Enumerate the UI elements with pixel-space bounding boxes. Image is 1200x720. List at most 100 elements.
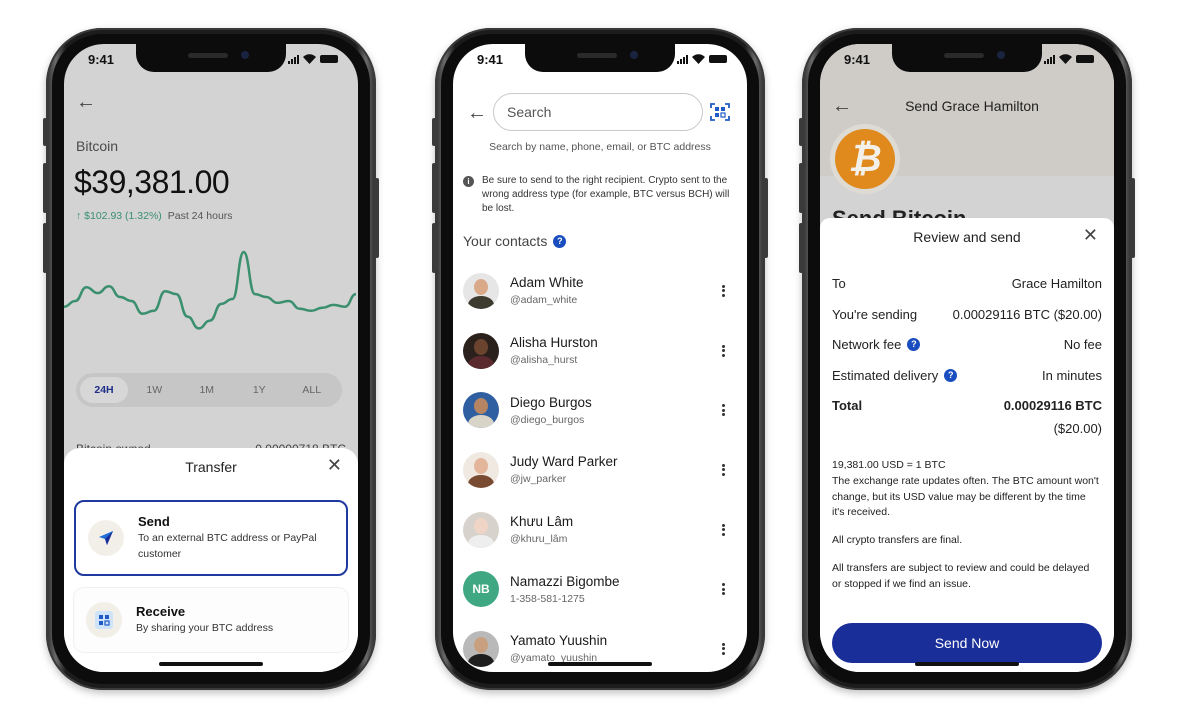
send-option-title: Send — [138, 514, 170, 530]
review-row: Estimated delivery? In minutes — [832, 368, 1102, 399]
power-button — [1131, 178, 1135, 258]
more-options-icon[interactable] — [717, 641, 729, 657]
avatar — [463, 392, 499, 429]
review-row-value: In minutes — [1042, 367, 1102, 383]
back-arrow-icon[interactable]: ← — [76, 92, 96, 112]
bitcoin-logo: ₿ — [830, 124, 900, 194]
asset-name: Bitcoin — [76, 138, 119, 154]
exchange-rate: 19,381.00 USD = 1 BTC — [832, 459, 946, 471]
phone-bitcoin-detail: 9:41 ← Bitcoin $39,381.00 ↑ $102.93 (1.3… — [43, 28, 379, 690]
send-now-button[interactable]: Send Now — [832, 623, 1102, 663]
notch — [525, 44, 675, 72]
price-change: ↑ $102.93 (1.32%) Past 24 hours — [76, 210, 233, 222]
contact-handle: @khưu_lâm — [510, 533, 568, 546]
range-option-1y[interactable]: 1Y — [233, 377, 286, 403]
signal-icon — [1044, 55, 1055, 64]
status-time: 9:41 — [844, 52, 871, 67]
contact-handle: @alisha_hurst — [510, 354, 578, 367]
contact-item[interactable]: Adam White @adam_white — [453, 261, 747, 321]
power-button — [764, 178, 768, 258]
time-range-selector: 24H 1W 1M 1Y ALL — [76, 373, 342, 407]
more-options-icon[interactable] — [717, 581, 729, 597]
wifi-icon — [1059, 54, 1072, 64]
screen: 9:41 ← Search Search by name, phone, ema… — [453, 44, 747, 672]
range-option-24h[interactable]: 24H — [80, 377, 128, 403]
sheet-title: Transfer — [185, 459, 237, 475]
help-icon[interactable]: ? — [944, 368, 958, 382]
signal-icon — [288, 55, 299, 64]
phone-review-send: 9:41 ← Send Grace Hamilton ₿ Send Bitcoi… — [799, 28, 1135, 690]
receive-option[interactable]: Receive By sharing your BTC address — [74, 588, 348, 652]
status-icons — [1044, 54, 1094, 64]
help-icon[interactable]: ? — [907, 338, 921, 351]
contact-handle: @adam_white — [510, 294, 578, 307]
contact-handle: 1-358-581-1275 — [510, 592, 585, 605]
contact-item[interactable]: NB Namazzi Bigombe 1-358-581-1275 — [453, 559, 747, 619]
volume-down-button — [799, 223, 803, 273]
review-row-label: Network fee — [832, 337, 902, 352]
volume-up-button — [43, 163, 47, 213]
avatar — [463, 451, 499, 488]
total-btc: 0.00029116 BTC — [1003, 398, 1102, 413]
contact-item[interactable]: Khưu Lâm @khưu_lâm — [453, 500, 747, 560]
more-options-icon[interactable] — [717, 402, 729, 418]
range-option-all[interactable]: ALL — [286, 377, 339, 403]
more-options-icon[interactable] — [717, 522, 729, 538]
more-options-icon[interactable] — [717, 283, 729, 299]
volume-down-button — [43, 223, 47, 273]
battery-icon — [320, 55, 338, 63]
help-icon[interactable]: ? — [553, 234, 567, 248]
contact-list: Adam White @adam_white Alisha Hurston @alis… — [453, 261, 747, 672]
contact-item[interactable]: Diego Burgos @diego_burgos — [453, 380, 747, 440]
bitcoin-icon: ₿ — [835, 129, 895, 189]
contact-handle: @diego_burgos — [510, 413, 585, 426]
power-button — [375, 178, 379, 258]
notch — [892, 44, 1042, 72]
volume-down-button — [432, 223, 436, 273]
contact-item[interactable]: Alisha Hurston @alisha_hurst — [453, 321, 747, 381]
screen: 9:41 ← Send Grace Hamilton ₿ Send Bitcoi… — [820, 44, 1114, 672]
home-indicator — [548, 662, 652, 666]
avatar — [463, 272, 499, 309]
contact-item[interactable]: Judy Ward Parker @jw_parker — [453, 440, 747, 500]
price-chart — [64, 250, 356, 330]
send-option-subtitle: To an external BTC address or PayPal cus… — [138, 532, 317, 560]
more-options-icon[interactable] — [717, 462, 729, 478]
status-time: 9:41 — [88, 52, 115, 67]
home-indicator — [159, 662, 263, 666]
home-indicator — [915, 662, 1019, 666]
review-row-label: You're sending — [832, 306, 918, 322]
range-option-1m[interactable]: 1M — [181, 377, 234, 403]
avatar-initials: NB — [463, 571, 499, 608]
close-icon[interactable]: ✕ — [327, 456, 342, 474]
avatar — [463, 511, 499, 548]
back-arrow-icon[interactable]: ← — [467, 103, 487, 123]
contacts-heading-text: Your contacts — [463, 233, 548, 249]
range-option-1w[interactable]: 1W — [128, 377, 181, 403]
receive-option-title: Receive — [136, 603, 186, 619]
review-row-value: No fee — [1063, 337, 1102, 352]
contact-name: Adam White — [510, 275, 584, 291]
review-row-label: To — [832, 276, 846, 291]
review-notes: 19,381.00 USD = 1 BTC The exchange rate … — [832, 458, 1100, 604]
contacts-heading: Your contacts ? — [463, 233, 567, 249]
contact-name: Diego Burgos — [510, 394, 592, 410]
status-time: 9:41 — [477, 52, 504, 67]
send-option[interactable]: Send To an external BTC address or PayPa… — [74, 500, 348, 576]
review-row-value: Grace Hamilton — [1011, 276, 1102, 291]
silent-switch — [43, 118, 47, 146]
qr-scan-icon[interactable] — [710, 102, 730, 122]
final-note: All crypto transfers are final. — [832, 534, 963, 546]
receive-option-subtitle: By sharing your BTC address — [136, 621, 274, 634]
status-icons — [288, 54, 338, 64]
more-options-icon[interactable] — [717, 343, 729, 359]
notch — [136, 44, 286, 72]
search-input[interactable]: Search — [493, 93, 703, 131]
avatar — [463, 332, 499, 369]
info-icon: i — [463, 176, 474, 187]
avatar — [463, 630, 499, 667]
review-row: To Grace Hamilton — [832, 276, 1102, 307]
transfer-sheet: Transfer ✕ Send To an external BTC addre… — [64, 448, 358, 672]
battery-icon — [1076, 55, 1094, 63]
close-icon[interactable]: ✕ — [1083, 226, 1098, 244]
